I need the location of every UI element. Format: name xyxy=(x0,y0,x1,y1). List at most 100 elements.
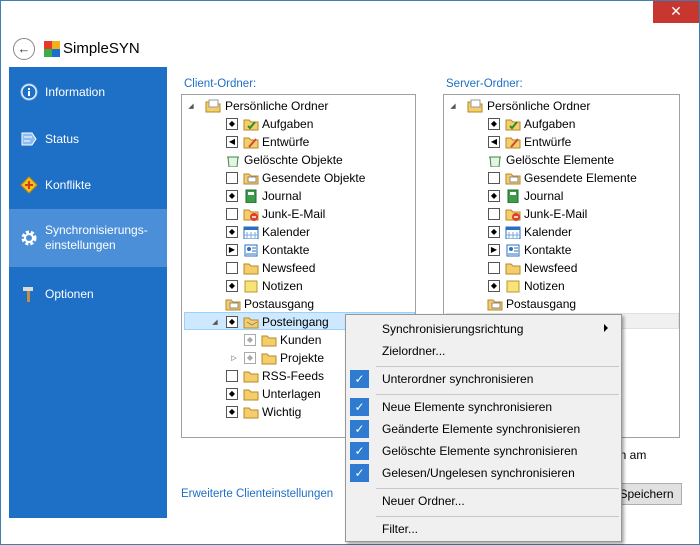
rss-feeds-icon xyxy=(243,371,259,383)
menu-item-new-folder[interactable]: Neuer Ordner... xyxy=(347,490,620,512)
folder-icon xyxy=(243,389,259,401)
tree-item-label: Kunden xyxy=(280,333,322,347)
tree-item-label: Kalender xyxy=(524,225,573,239)
expand-arrow-icon[interactable]: ◢ xyxy=(449,102,457,110)
close-button[interactable]: ✕ xyxy=(653,1,699,23)
sync-both-checkbox[interactable]: ◆ xyxy=(488,190,500,202)
tree-item-label: Kalender xyxy=(262,225,311,239)
personal-folder-icon xyxy=(467,99,483,113)
sidebar-item-conflicts[interactable]: Konflikte xyxy=(9,170,167,200)
journal-icon xyxy=(507,189,519,203)
sync-both-checkbox[interactable]: ◆ xyxy=(226,406,238,418)
menu-item-sync-new[interactable]: ✓ Neue Elemente synchronisieren xyxy=(347,396,620,418)
trash-icon xyxy=(489,156,501,167)
sync-both-checkbox[interactable]: ◆ xyxy=(226,388,238,400)
expand-arrow-icon[interactable]: ◢ xyxy=(187,102,195,110)
sidebar-item-sync-settings[interactable]: Synchronisierungs- einstellungen xyxy=(9,209,167,267)
conflicts-icon xyxy=(20,176,38,194)
check-icon: ✓ xyxy=(350,398,369,416)
server-folder-label: Server-Ordner: xyxy=(446,78,523,90)
sync-both-checkbox[interactable]: ◆ xyxy=(226,226,238,238)
tree-item-label: Aufgaben xyxy=(524,117,576,131)
menu-item-label: Gelesen/Ungelesen synchronisieren xyxy=(382,466,575,480)
menu-item-sync-deleted[interactable]: ✓ Gelöschte Elemente synchronisieren xyxy=(347,440,620,462)
sync-both-checkbox[interactable]: ◆ xyxy=(226,280,238,292)
tree-item-label: Notizen xyxy=(524,279,565,293)
junk-mail-icon xyxy=(243,209,259,221)
hammer-icon xyxy=(20,285,38,303)
sync-both-checkbox[interactable]: ◆ xyxy=(226,316,238,328)
folder-icon xyxy=(261,335,277,347)
sync-both-checkbox[interactable]: ◆ xyxy=(488,118,500,130)
personal-folder-icon xyxy=(205,99,221,113)
expand-arrow-icon[interactable]: ◢ xyxy=(211,318,219,326)
journal-icon xyxy=(245,189,257,203)
tree-item-label: Persönliche Ordner xyxy=(225,99,329,113)
menu-item-sync-read-state[interactable]: ✓ Gelesen/Ungelesen synchronisieren xyxy=(347,462,620,484)
sync-both-checkbox[interactable]: ◆ xyxy=(226,118,238,130)
tree-item-label: Persönliche Ordner xyxy=(487,99,591,113)
sync-left-checkbox[interactable]: ◀ xyxy=(226,136,238,148)
tree-item-label: Aufgaben xyxy=(262,117,314,131)
sync-none-checkbox[interactable] xyxy=(226,370,238,382)
client-settings-link[interactable]: Erweiterte Clienteinstellungen xyxy=(181,488,333,500)
menu-item-label: Gelöschte Elemente synchronisieren xyxy=(382,444,578,458)
collapse-arrow-icon[interactable]: ▷ xyxy=(230,354,238,362)
folder-icon xyxy=(505,263,521,275)
calendar-icon xyxy=(243,226,259,239)
sidebar-item-information[interactable]: Information xyxy=(9,77,167,107)
sync-both-checkbox-disabled[interactable]: ◆ xyxy=(244,334,256,346)
back-button[interactable]: ← xyxy=(13,38,35,60)
menu-separator xyxy=(376,366,619,367)
tree-item-label: Gesendete Objekte xyxy=(262,171,366,185)
menu-item-label: Zielordner... xyxy=(382,344,446,358)
contacts-icon xyxy=(506,244,520,257)
tree-item-label: Entwürfe xyxy=(524,135,572,149)
tree-item-label: Postausgang xyxy=(506,297,577,311)
sync-none-checkbox[interactable] xyxy=(488,262,500,274)
context-menu: Synchronisierungsrichtung Zielordner... … xyxy=(345,314,622,542)
sync-none-checkbox[interactable] xyxy=(488,208,500,220)
menu-item-sync-changed[interactable]: ✓ Geänderte Elemente synchronisieren xyxy=(347,418,620,440)
menu-separator xyxy=(376,394,619,395)
sync-none-checkbox[interactable] xyxy=(226,262,238,274)
tree-item-label: RSS-Feeds xyxy=(262,369,325,383)
sync-both-checkbox[interactable]: ◆ xyxy=(226,190,238,202)
status-icon xyxy=(20,130,38,148)
tree-item-label: Entwürfe xyxy=(262,135,310,149)
check-icon: ✓ xyxy=(350,420,369,438)
menu-item-sync-direction[interactable]: Synchronisierungsrichtung xyxy=(347,318,620,340)
tasks-icon xyxy=(505,119,521,131)
tree-item-label: Unterlagen xyxy=(262,387,321,401)
sync-both-checkbox-disabled[interactable]: ◆ xyxy=(244,352,256,364)
menu-item-filter[interactable]: Filter... xyxy=(347,518,620,540)
folder-icon xyxy=(243,407,259,419)
outbox-icon xyxy=(487,299,503,311)
calendar-icon xyxy=(505,226,521,239)
menu-item-label: Unterordner synchronisieren xyxy=(382,372,534,386)
sidebar-item-status[interactable]: Status xyxy=(9,124,167,154)
drafts-icon xyxy=(243,137,259,149)
sync-right-checkbox[interactable]: ▶ xyxy=(226,244,238,256)
app-title: SimpleSYN xyxy=(63,40,140,57)
tree-item-label: Kontakte xyxy=(262,243,310,257)
sync-none-checkbox[interactable] xyxy=(488,172,500,184)
tree-item-label: Posteingang xyxy=(262,315,329,329)
menu-item-target-folder[interactable]: Zielordner... xyxy=(347,340,620,362)
sync-none-checkbox[interactable] xyxy=(226,208,238,220)
gear-icon xyxy=(20,229,38,247)
folder-icon xyxy=(243,263,259,275)
sync-left-checkbox[interactable]: ◀ xyxy=(488,136,500,148)
sidebar-item-label: Optionen xyxy=(45,286,94,301)
sync-both-checkbox[interactable]: ◆ xyxy=(488,280,500,292)
sync-none-checkbox[interactable] xyxy=(226,172,238,184)
contacts-icon xyxy=(244,244,258,257)
menu-item-label: Filter... xyxy=(382,522,419,536)
sync-right-checkbox[interactable]: ▶ xyxy=(488,244,500,256)
sidebar-item-options[interactable]: Optionen xyxy=(9,279,167,309)
tree-item-label: Notizen xyxy=(262,279,303,293)
sync-both-checkbox[interactable]: ◆ xyxy=(488,226,500,238)
menu-separator xyxy=(376,488,619,489)
menu-item-sync-subfolders[interactable]: ✓ Unterordner synchronisieren xyxy=(347,368,620,390)
tasks-icon xyxy=(243,119,259,131)
